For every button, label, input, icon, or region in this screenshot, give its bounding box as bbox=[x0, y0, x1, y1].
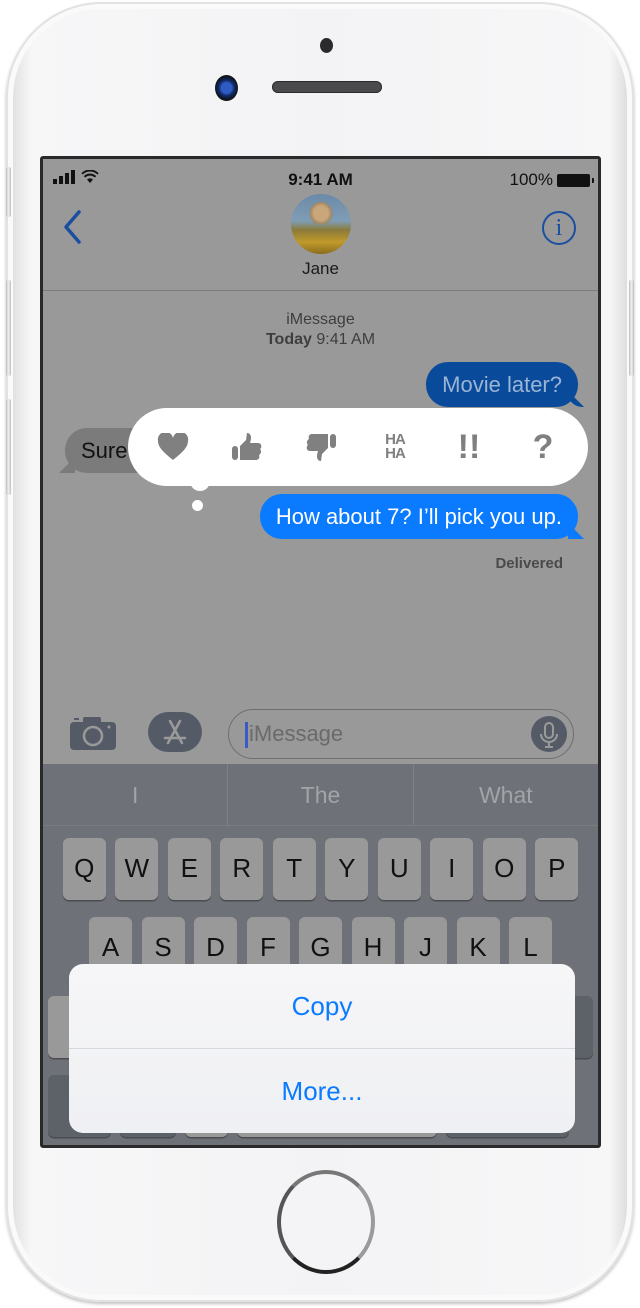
reaction-emphasize[interactable]: !! bbox=[447, 425, 491, 469]
copy-menu-item[interactable]: Copy bbox=[69, 964, 575, 1048]
input-bar: iMessage bbox=[43, 699, 598, 764]
question-mark-icon: ? bbox=[532, 427, 554, 466]
tapback-bar: HA HA !! ? bbox=[128, 408, 588, 486]
thumbs-up-icon bbox=[232, 433, 262, 460]
info-icon: i bbox=[555, 215, 563, 241]
volume-up-button bbox=[6, 280, 11, 376]
app-store-icon bbox=[163, 719, 187, 745]
key-r[interactable]: R bbox=[220, 838, 264, 900]
battery-icon bbox=[557, 173, 594, 187]
reaction-list: HA HA !! ? bbox=[128, 408, 588, 486]
key-q[interactable]: Q bbox=[62, 838, 106, 900]
key-u[interactable]: U bbox=[377, 838, 421, 900]
more-menu-item[interactable]: More... bbox=[69, 1048, 575, 1132]
reaction-thumbs-up[interactable] bbox=[225, 425, 269, 469]
timestamp-time: 9:41 AM bbox=[316, 331, 376, 348]
volume-down-button bbox=[6, 399, 11, 495]
dictation-button[interactable] bbox=[531, 716, 567, 752]
key-y[interactable]: Y bbox=[325, 838, 369, 900]
double-exclamation-icon: !! bbox=[457, 427, 481, 466]
earpiece-speaker bbox=[272, 81, 382, 93]
conversation-header: Jane i bbox=[43, 189, 598, 291]
reaction-haha[interactable]: HA HA bbox=[373, 425, 417, 469]
key-row-1: Q W E R T Y U I O P bbox=[43, 838, 598, 900]
message-input[interactable]: iMessage bbox=[228, 709, 574, 759]
timestamp: Today 9:41 AM bbox=[43, 331, 598, 349]
reaction-question[interactable]: ? bbox=[521, 425, 565, 469]
timestamp-day: Today bbox=[265, 331, 312, 348]
key-w[interactable]: W bbox=[115, 838, 159, 900]
microphone-icon bbox=[540, 722, 558, 748]
key-i[interactable]: I bbox=[430, 838, 474, 900]
battery-percent: 100% bbox=[509, 170, 553, 189]
haha-icon: HA HA bbox=[385, 431, 406, 462]
camera-button[interactable] bbox=[69, 715, 117, 751]
key-e[interactable]: E bbox=[167, 838, 211, 900]
context-menu: Copy More... bbox=[69, 964, 575, 1133]
message-bubble-sent[interactable]: Movie later? bbox=[426, 362, 578, 407]
front-camera bbox=[215, 75, 238, 101]
proximity-sensor bbox=[320, 38, 333, 53]
prediction-2[interactable]: The bbox=[228, 764, 414, 825]
key-o[interactable]: O bbox=[482, 838, 526, 900]
key-t[interactable]: T bbox=[272, 838, 316, 900]
app-drawer-button[interactable] bbox=[148, 712, 202, 752]
heart-icon bbox=[157, 433, 189, 460]
message-bubble-selected[interactable]: How about 7? I’ll pick you up. bbox=[259, 494, 578, 539]
info-button[interactable]: i bbox=[542, 211, 576, 245]
text-caret bbox=[245, 722, 248, 748]
contact-avatar[interactable] bbox=[291, 194, 351, 254]
contact-name[interactable]: Jane bbox=[43, 259, 598, 279]
status-right: 100% bbox=[509, 170, 594, 190]
screen: 9:41 AM 100% Jane i iMessage Today 9:41 … bbox=[40, 156, 601, 1148]
back-button[interactable] bbox=[61, 209, 91, 249]
mute-switch bbox=[6, 167, 11, 217]
reaction-heart[interactable] bbox=[151, 425, 195, 469]
thumbs-down-icon bbox=[306, 434, 336, 461]
chevron-left-icon bbox=[64, 210, 81, 244]
power-button bbox=[629, 280, 634, 376]
predictive-bar: I The What bbox=[43, 764, 598, 826]
home-button[interactable] bbox=[277, 1170, 375, 1274]
prediction-3[interactable]: What bbox=[414, 764, 598, 825]
message-input-placeholder: iMessage bbox=[249, 721, 344, 746]
prediction-1[interactable]: I bbox=[43, 764, 229, 825]
tapback-tail-small bbox=[192, 500, 203, 511]
service-label: iMessage bbox=[286, 311, 355, 328]
key-p[interactable]: P bbox=[535, 838, 579, 900]
camera-icon bbox=[70, 717, 116, 750]
delivery-status: Delivered bbox=[495, 555, 563, 572]
reaction-thumbs-down[interactable] bbox=[299, 425, 343, 469]
